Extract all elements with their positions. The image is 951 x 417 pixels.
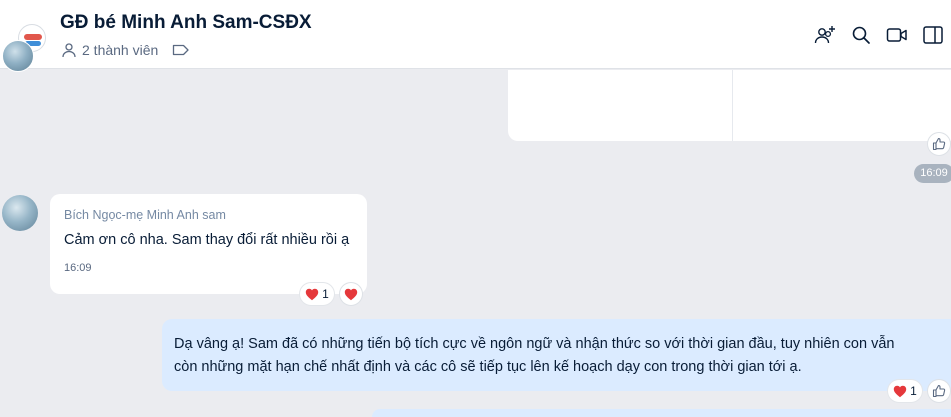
add-member-icon[interactable] (807, 23, 843, 47)
previous-message-card[interactable] (508, 70, 951, 141)
message-list[interactable]: 16:09 Bích Ngọc-mẹ Minh Anh sam Cảm ơn c… (0, 70, 951, 417)
header-toolbar (807, 23, 951, 47)
sidebar-toggle-icon[interactable] (915, 23, 951, 47)
conversation-title[interactable]: GĐ bé Minh Anh Sam-CSĐX (60, 12, 312, 34)
incoming-message-time: 16:09 (64, 262, 92, 274)
video-call-icon[interactable] (879, 23, 915, 47)
outgoing-message-line: Dạ vâng ạ! Sam đã có những tiến bộ tích … (174, 336, 895, 352)
conversation-meta: 2 thành viên (61, 42, 190, 58)
like-reaction-button[interactable] (928, 380, 950, 402)
incoming-message-text: Cảm ơn cô nha. Sam thay đổi rất nhiều rồ… (64, 232, 350, 248)
incoming-message-bubble[interactable]: Bích Ngọc-mẹ Minh Anh sam Cảm ơn cô nha.… (50, 194, 367, 294)
heart-icon (344, 288, 358, 300)
search-icon[interactable] (843, 23, 879, 47)
sender-name[interactable]: Bích Ngọc-mẹ Minh Anh sam (64, 208, 353, 222)
heart-icon (305, 288, 319, 300)
member-count[interactable]: 2 thành viên (82, 42, 158, 58)
like-reaction-button[interactable] (928, 133, 950, 155)
message-time-pill: 16:09 (914, 164, 951, 183)
group-avatar[interactable] (0, 12, 50, 72)
chat-header: GĐ bé Minh Anh Sam-CSĐX 2 thành viên (0, 0, 951, 72)
member-photo-avatar (2, 40, 34, 72)
sender-avatar[interactable] (2, 195, 38, 231)
reaction-summary[interactable]: 1 (300, 283, 334, 305)
thumbs-up-icon (932, 384, 946, 398)
card-divider (732, 70, 733, 141)
reaction-count: 1 (322, 287, 329, 301)
tag-icon[interactable] (172, 43, 190, 57)
next-message-bubble[interactable] (372, 409, 951, 417)
member-icon[interactable] (61, 42, 77, 58)
outgoing-message-bubble[interactable]: Dạ vâng ạ! Sam đã có những tiến bộ tích … (162, 319, 951, 391)
reaction-count: 1 (910, 384, 917, 398)
thumbs-up-icon (932, 137, 946, 151)
outgoing-message-line: còn những mặt hạn chế nhất định và các c… (174, 359, 802, 375)
heart-icon (893, 385, 907, 397)
reaction-summary[interactable]: 1 (888, 380, 922, 402)
heart-reaction-button[interactable] (340, 283, 362, 305)
